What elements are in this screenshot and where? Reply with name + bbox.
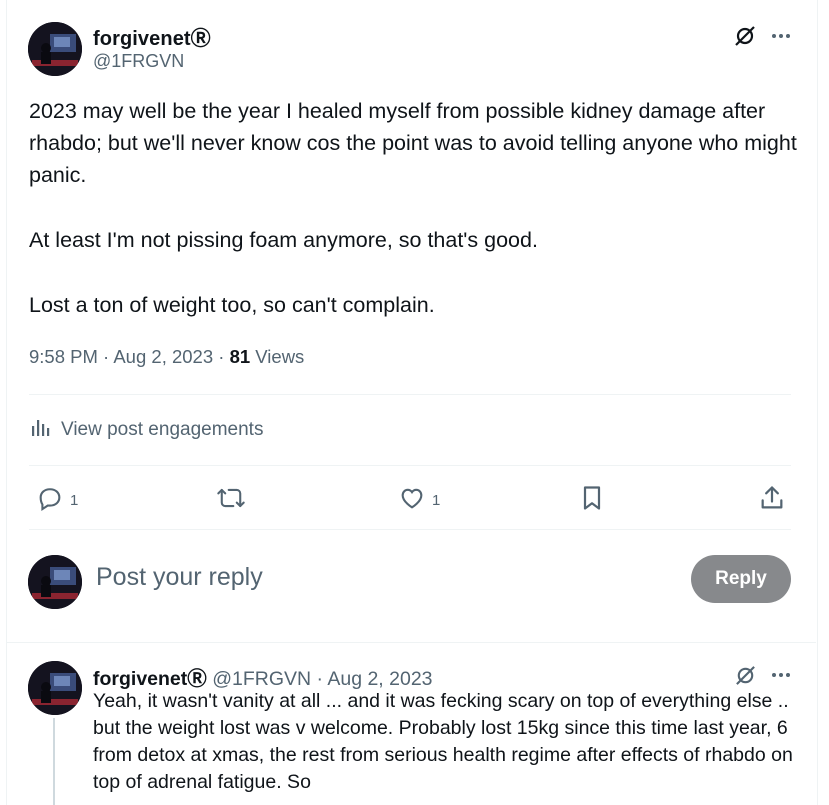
share-action[interactable]	[758, 484, 786, 516]
reply-button[interactable]: Reply	[691, 555, 791, 603]
thread-line	[53, 718, 55, 805]
divider	[29, 465, 791, 466]
views-label: Views	[255, 346, 305, 367]
post-date[interactable]: Aug 2, 2023	[113, 346, 213, 367]
reply-input[interactable]: Post your reply	[96, 563, 263, 592]
author-avatar[interactable]	[28, 22, 82, 76]
meta-separator: ·	[103, 346, 110, 367]
reply-action[interactable]: 1	[36, 484, 78, 516]
post-text: 2023 may well be the year I healed mysel…	[29, 95, 799, 354]
reply-count: 1	[70, 491, 79, 509]
more-icon[interactable]	[768, 662, 794, 688]
reply-author-avatar[interactable]	[28, 661, 82, 715]
reply-icon	[36, 484, 64, 516]
reply-text: Yeah, it wasn't vanity at all ... and it…	[93, 690, 793, 793]
bookmark-action[interactable]	[578, 484, 606, 516]
like-action[interactable]: 1	[398, 484, 440, 516]
grok-icon[interactable]	[732, 662, 758, 688]
engagements-label: View post engagements	[61, 419, 264, 440]
divider	[7, 642, 816, 643]
post-meta: 9:58 PM · Aug 2, 2023 · 81 Views	[29, 346, 304, 368]
share-icon	[758, 484, 786, 516]
post-paragraph: At least I'm not pissing foam anymore, s…	[29, 228, 538, 252]
views-count: 81	[229, 346, 251, 367]
reply-date[interactable]: Aug 2, 2023	[327, 668, 432, 690]
bookmark-icon	[578, 484, 606, 516]
author-handle[interactable]: @1FRGVN	[93, 51, 184, 72]
post-paragraph: 2023 may well be the year I healed mysel…	[29, 99, 797, 187]
divider	[29, 394, 791, 395]
like-count: 1	[432, 491, 441, 509]
meta-separator: ·	[316, 668, 324, 690]
like-icon	[398, 484, 426, 516]
more-icon[interactable]	[768, 23, 794, 49]
composer-avatar[interactable]	[28, 555, 82, 609]
repost-icon	[216, 484, 246, 516]
reply-header: forgivenetⓇ @1FRGVN · Aug 2, 2023	[93, 662, 433, 691]
view-engagements-link[interactable]: View post engagements	[31, 417, 263, 443]
repost-action[interactable]	[216, 484, 246, 516]
reply-author-handle[interactable]: @1FRGVN	[212, 668, 311, 690]
grok-icon[interactable]	[732, 23, 758, 49]
reply-author-name[interactable]: forgivenetⓇ	[93, 668, 207, 690]
meta-separator: ·	[218, 346, 225, 367]
author-name[interactable]: forgivenetⓇ	[93, 22, 211, 51]
post-time[interactable]: 9:58 PM	[29, 346, 98, 367]
post-paragraph: Lost a ton of weight too, so can't compl…	[29, 293, 435, 317]
divider	[29, 529, 791, 530]
analytics-icon	[31, 417, 51, 443]
